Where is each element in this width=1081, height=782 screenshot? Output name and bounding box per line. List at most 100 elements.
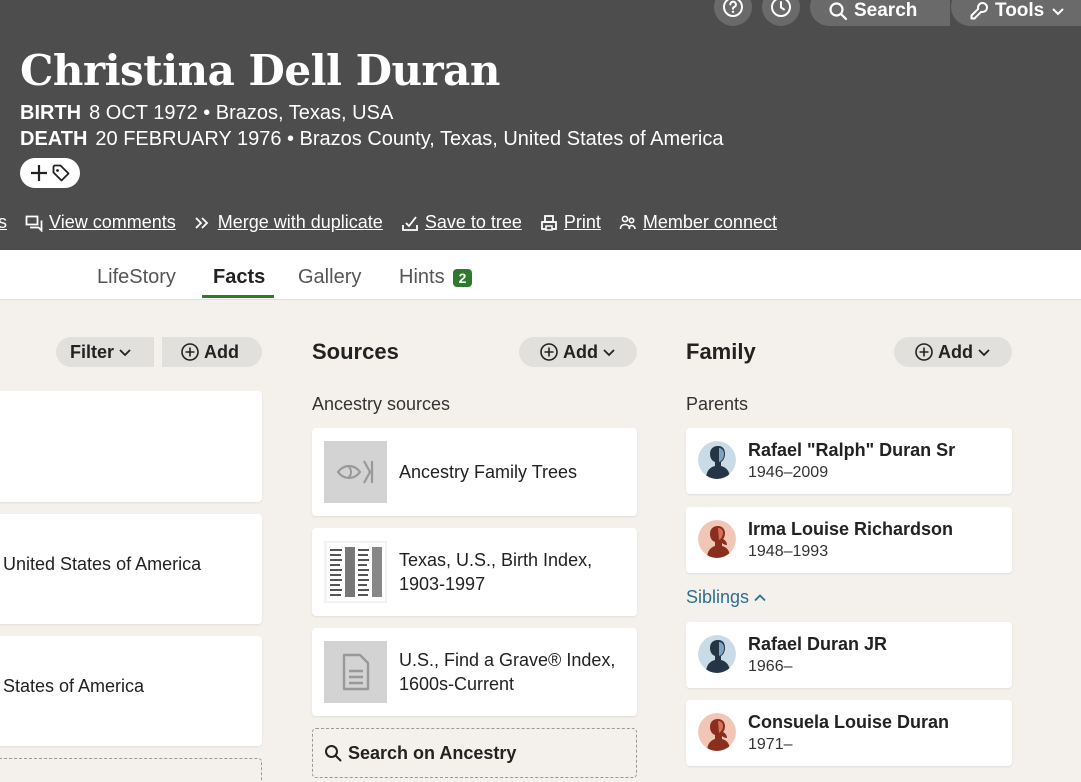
male-silhouette-icon (698, 635, 736, 673)
wrench-icon (970, 1, 989, 20)
plus-circle-icon (540, 343, 558, 361)
sources-add-button[interactable]: Add (519, 337, 637, 367)
chevron-down-icon (1052, 8, 1064, 16)
siblings-toggle[interactable]: Siblings (686, 587, 767, 608)
top-icon-group (714, 0, 800, 26)
tab-lifestory[interactable]: LifeStory (97, 266, 176, 289)
view-comments-label: View comments (49, 212, 176, 232)
source-title: Ancestry Family Trees (399, 462, 578, 482)
person-dates: 1966– (748, 658, 793, 675)
birth-value: 8 OCT 1972 • Brazos, Texas, USA (89, 102, 394, 124)
male-avatar (698, 441, 736, 479)
plus-circle-icon (181, 343, 199, 361)
action-partial-label: es (0, 212, 8, 232)
source-thumbnail (324, 541, 387, 603)
fact-place-text: States of America (3, 676, 145, 696)
source-card[interactable]: Texas, U.S., Birth Index, 1903-1997 (312, 528, 637, 616)
parents-heading: Parents (686, 394, 749, 414)
save-to-tree-link[interactable]: Save to tree (401, 212, 522, 233)
source-card[interactable]: Ancestry Family Trees (312, 428, 637, 516)
person-action-bar: es View comments Merge with duplicate Sa… (0, 212, 777, 233)
person-dates: 1946–2009 (748, 464, 829, 481)
person-name: Rafael "Ralph" Duran Sr (748, 440, 956, 460)
help-button[interactable] (714, 0, 752, 26)
tab-hints-label: Hints (399, 266, 445, 288)
print-link[interactable]: Print (540, 212, 601, 233)
history-button[interactable] (762, 0, 800, 26)
person-dates: 1948–1993 (748, 543, 829, 560)
fact-card[interactable]: States of America (0, 636, 262, 746)
search-on-ancestry-label: Search on Ancestry (348, 742, 517, 763)
chevron-down-icon (119, 349, 131, 357)
plus-circle-icon (915, 343, 933, 361)
sources-add-label: Add (563, 341, 598, 362)
person-name: Christina Dell Duran (20, 46, 500, 95)
member-connect-icon (619, 215, 636, 229)
plus-icon (31, 165, 47, 181)
person-card[interactable]: Consuela Louise Duran 1971– (686, 700, 1012, 766)
tab-gallery-label: Gallery (298, 266, 362, 288)
family-add-button[interactable]: Add (894, 337, 1012, 367)
tab-facts[interactable]: Facts (213, 266, 265, 289)
search-button-label: Search (854, 0, 918, 21)
search-icon (829, 2, 848, 21)
person-name: Consuela Louise Duran (748, 712, 950, 732)
hints-count-badge: 2 (452, 268, 473, 287)
chevron-up-icon (754, 593, 766, 601)
tab-hints[interactable]: Hints 2 (399, 266, 473, 289)
merge-duplicate-link[interactable]: Merge with duplicate (194, 212, 383, 233)
clock-icon (771, 0, 791, 17)
profile-tabs: LifeStory Facts Gallery Hints 2 (0, 250, 1081, 300)
source-thumbnail (324, 441, 387, 503)
add-fact-placeholder[interactable] (0, 758, 262, 782)
person-card[interactable]: Rafael "Ralph" Duran Sr 1946–2009 (686, 428, 1012, 494)
female-avatar (698, 713, 736, 751)
sources-title: Sources (312, 339, 399, 364)
tools-button[interactable]: Tools (951, 0, 1081, 26)
member-connect-link[interactable]: Member connect (619, 212, 777, 233)
help-icon (723, 0, 743, 17)
document-icon (342, 653, 369, 691)
print-icon (540, 214, 557, 231)
female-avatar (698, 520, 736, 558)
add-tag-button[interactable] (20, 158, 80, 188)
ancestry-sources-heading: Ancestry sources (312, 394, 451, 414)
chevron-down-icon (603, 349, 615, 357)
family-title: Family (686, 339, 756, 364)
active-tab-indicator (202, 295, 274, 298)
source-card[interactable]: U.S., Find a Grave® Index, 1600s-Current (312, 628, 637, 716)
person-name: Rafael Duran JR (748, 634, 888, 654)
death-label: DEATH (20, 128, 88, 150)
female-silhouette-icon (698, 713, 736, 751)
female-silhouette-icon (698, 520, 736, 558)
merge-duplicate-label: Merge with duplicate (217, 212, 383, 232)
filter-button[interactable]: Filter (56, 337, 155, 367)
leaf-icon (336, 460, 373, 484)
chevron-down-icon (978, 349, 990, 357)
person-card[interactable]: Rafael Duran JR 1966– (686, 622, 1012, 688)
comments-icon (25, 215, 43, 232)
source-title: Texas, U.S., Birth Index, 1903-1997 (399, 550, 593, 594)
tag-icon (52, 164, 70, 182)
tab-facts-label: Facts (213, 266, 266, 288)
tools-button-label: Tools (995, 0, 1045, 21)
person-dates: 1971– (748, 736, 793, 753)
male-silhouette-icon (698, 441, 736, 479)
death-value: 20 FEBRUARY 1976 • Brazos County, Texas,… (95, 128, 724, 150)
action-partial-link[interactable]: es (0, 212, 7, 233)
person-card[interactable]: Irma Louise Richardson 1948–1993 (686, 507, 1012, 573)
male-avatar (698, 635, 736, 673)
filter-label: Filter (70, 341, 115, 362)
fact-card[interactable]: United States of America (0, 514, 262, 624)
member-connect-label: Member connect (642, 212, 777, 232)
view-comments-link[interactable]: View comments (25, 212, 176, 233)
fact-card[interactable] (0, 391, 262, 502)
search-on-ancestry-button[interactable]: Search on Ancestry (312, 728, 637, 778)
search-button[interactable]: Search (810, 0, 950, 26)
family-add-label: Add (938, 341, 973, 362)
tab-gallery[interactable]: Gallery (298, 266, 361, 289)
fact-place-text: United States of America (3, 554, 202, 574)
person-header: Search Tools Christina Dell Duran BIRTH 8… (0, 0, 1081, 250)
tab-lifestory-label: LifeStory (97, 266, 176, 288)
facts-add-button[interactable]: Add (162, 337, 262, 367)
